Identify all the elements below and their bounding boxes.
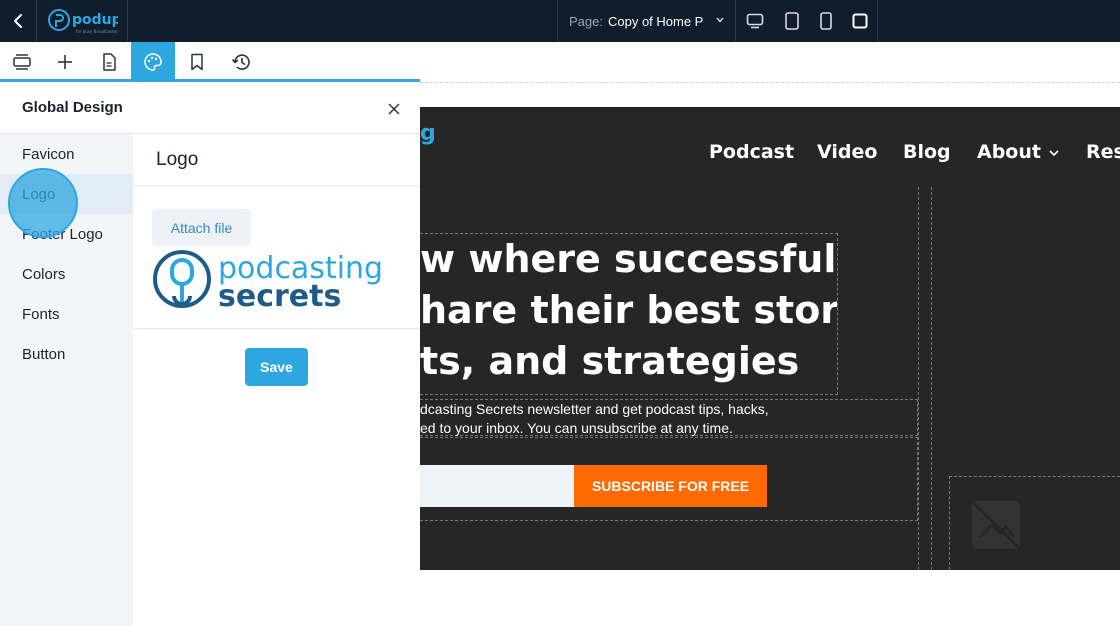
bookmark-icon [191,53,203,71]
add-element-button[interactable] [43,42,87,82]
global-design-button[interactable] [131,42,175,82]
device-switcher [736,0,878,42]
site-brand-fragment: g [420,121,436,146]
column-guide [918,187,932,570]
sidebar-item-favicon[interactable]: Favicon [0,134,133,174]
mobile-icon [852,13,868,29]
palette-icon [144,53,162,71]
chevron-left-icon [14,14,22,28]
editor-canvas: g Podcast Video Blog About Res w where s… [420,82,1120,626]
site-preview[interactable]: g Podcast Video Blog About Res w where s… [420,107,1120,570]
nav-video[interactable]: Video [817,141,877,163]
page-label: Page: [569,13,603,29]
canvas-guide [420,82,1120,83]
desktop-view-button[interactable] [744,10,766,32]
save-button[interactable]: Save [245,348,308,386]
sidebar-item-button[interactable]: Button [0,334,133,374]
tablet-landscape-view-button[interactable] [781,10,803,32]
headline-line-2: hare their best stories, [420,288,837,332]
svg-text:for busy Broadcasters: for busy Broadcasters [76,29,118,34]
chevron-down-icon [1049,150,1059,157]
email-input[interactable] [420,465,574,507]
image-placeholder-icon [972,501,1020,549]
nav-blog[interactable]: Blog [903,141,951,163]
section-title: Logo [133,134,420,186]
history-icon [231,54,250,70]
editor-toolbar [0,42,420,82]
desktop-icon [746,13,764,29]
layers-icon [13,54,31,70]
close-panel-button[interactable] [384,99,404,119]
subscribe-form: SUBSCRIBE FOR FREE [420,437,918,521]
sidebar-item-logo[interactable]: Logo [0,174,133,214]
podup-logo[interactable]: podup for busy Broadcasters [37,0,128,42]
panel-header: Global Design [0,85,420,134]
tablet-portrait-view-button[interactable] [815,10,837,32]
page-selector[interactable]: Page: Copy of Home P [557,0,736,42]
hero-headline[interactable]: w where successful hare their best stori… [420,233,838,395]
global-design-panel: Global Design Favicon Logo Footer Logo C… [0,85,420,626]
logo-word-secrets: secrets [218,279,341,314]
close-icon [388,103,400,115]
history-button[interactable] [219,42,263,82]
nav-about[interactable]: About [977,141,1060,163]
sidebar-item-fonts[interactable]: Fonts [0,294,133,334]
podup-logo-mark: podup for busy Broadcasters [48,9,118,34]
svg-text:podup: podup [72,12,118,28]
top-bar: podup for busy Broadcasters Page: Copy o… [0,0,1120,42]
sidebar-item-footer-logo[interactable]: Footer Logo [0,214,133,254]
pages-button[interactable] [87,42,131,82]
sidebar-item-colors[interactable]: Colors [0,254,133,294]
tablet-landscape-icon [785,12,799,30]
headline-line-1: w where successful [420,237,837,281]
layers-button[interactable] [0,42,44,82]
logo-settings: Logo Attach file podcasting secrets Save [133,134,420,626]
tablet-portrait-icon [820,12,832,30]
page-value: Copy of Home P [607,13,704,29]
attach-file-button[interactable]: Attach file [152,209,251,246]
bookmark-button[interactable] [175,42,219,82]
logo-preview[interactable]: podcasting secrets [152,248,402,314]
divider [133,328,420,329]
microphone-logo-icon [153,250,211,308]
mobile-view-button[interactable] [849,10,871,32]
subscribe-button[interactable]: SUBSCRIBE FOR FREE [574,465,767,507]
nav-about-label: About [977,141,1041,163]
design-sidebar: Favicon Logo Footer Logo Colors Fonts Bu… [0,134,133,626]
add-icon [58,55,72,69]
newsletter-line-1: dcasting Secrets newsletter and get podc… [420,401,769,417]
chevron-down-icon [716,17,724,23]
nav-resources[interactable]: Res [1086,141,1120,163]
newsletter-line-2: ed to your inbox. You can unsubscribe at… [420,420,733,436]
panel-title: Global Design [22,99,123,116]
page-icon [103,53,116,71]
nav-podcast[interactable]: Podcast [709,141,794,163]
back-button[interactable] [0,0,37,42]
headline-line-3: ts, and strategies [420,339,800,383]
newsletter-text[interactable]: dcasting Secrets newsletter and get podc… [420,399,918,436]
